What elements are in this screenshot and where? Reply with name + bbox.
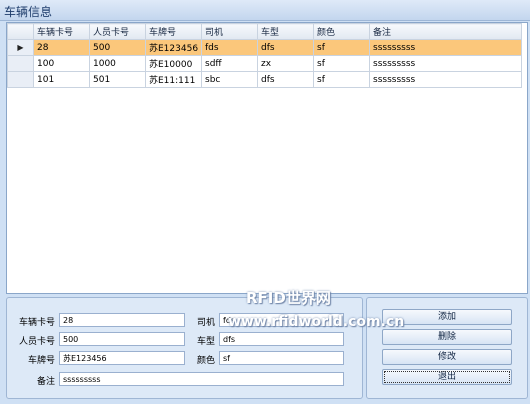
grid-cell[interactable]: 100 <box>33 55 90 72</box>
person-card-field[interactable]: 500 <box>59 332 185 346</box>
grid-cell[interactable]: 苏E10000 <box>145 55 202 72</box>
column-header[interactable]: 司机 <box>201 23 258 40</box>
plate-label: 车牌号 <box>27 356 55 366</box>
delete-button[interactable]: 删除 <box>382 329 512 345</box>
grid-cell[interactable]: 101 <box>33 71 90 88</box>
driver-label: 司机 <box>196 318 215 328</box>
current-row-icon: ▶ <box>17 42 24 52</box>
row-header[interactable]: ▶ <box>7 39 34 56</box>
model-label: 车型 <box>196 337 215 347</box>
grid-cell[interactable]: sf <box>313 39 370 56</box>
grid-header-row: 车辆卡号 人员卡号 车牌号 司机 车型 颜色 备注 <box>7 23 522 40</box>
grid-cell[interactable]: 501 <box>89 71 146 88</box>
grid-cell[interactable]: sf <box>313 55 370 72</box>
grid-cell[interactable]: 28 <box>33 39 90 56</box>
grid-cell[interactable]: dfs <box>257 71 314 88</box>
remark-label: 备注 <box>36 377 55 387</box>
car-card-label: 车辆卡号 <box>18 318 55 328</box>
grid-cell[interactable]: zx <box>257 55 314 72</box>
grid-cell[interactable]: sssssssss <box>369 71 522 88</box>
grid-cell[interactable]: sdff <box>201 55 258 72</box>
row-header-corner <box>7 23 34 40</box>
edit-button[interactable]: 修改 <box>382 349 512 365</box>
column-header[interactable]: 颜色 <box>313 23 370 40</box>
grid-cell[interactable]: sbc <box>201 71 258 88</box>
action-button-panel: 添加 删除 修改 退出 <box>366 297 528 399</box>
row-header[interactable] <box>7 71 34 88</box>
grid-cell[interactable]: 苏E123456 <box>145 39 202 56</box>
row-header[interactable] <box>7 55 34 72</box>
column-header[interactable]: 人员卡号 <box>89 23 146 40</box>
model-field[interactable]: dfs <box>219 332 344 346</box>
table-row[interactable]: ▶ 28 500 苏E123456 fds dfs sf sssssssss <box>7 39 522 56</box>
window-title: 车辆信息 <box>4 5 53 19</box>
grid-cell[interactable]: sf <box>313 71 370 88</box>
column-header[interactable]: 车型 <box>257 23 314 40</box>
vehicle-grid[interactable]: 车辆卡号 人员卡号 车牌号 司机 车型 颜色 备注 ▶ 28 500 苏E123… <box>6 22 528 294</box>
watermark-logo-text: RFID世界网 <box>246 289 331 307</box>
plate-field[interactable]: 苏E123456 <box>59 351 185 365</box>
car-card-field[interactable]: 28 <box>59 313 185 327</box>
column-header[interactable]: 备注 <box>369 23 522 40</box>
vehicle-form-panel: 车辆卡号 28 人员卡号 500 车牌号 苏E123456 司机 fds 车型 … <box>6 297 363 399</box>
grid-cell[interactable]: 500 <box>89 39 146 56</box>
column-header[interactable]: 车牌号 <box>145 23 202 40</box>
table-row[interactable]: 101 501 苏E11:111 sbc dfs sf sssssssss <box>7 71 522 88</box>
remark-field[interactable]: sssssssss <box>59 372 344 386</box>
grid-cell[interactable]: dfs <box>257 39 314 56</box>
watermark-url: www.rfidworld.com.cn <box>228 314 405 330</box>
grid-cell[interactable]: sssssssss <box>369 39 522 56</box>
grid-cell[interactable]: fds <box>201 39 258 56</box>
color-label: 颜色 <box>196 356 215 366</box>
exit-button[interactable]: 退出 <box>382 369 512 385</box>
column-header[interactable]: 车辆卡号 <box>33 23 90 40</box>
title-bar: 车辆信息 <box>0 0 530 21</box>
grid-cell[interactable]: 1000 <box>89 55 146 72</box>
color-field[interactable]: sf <box>219 351 344 365</box>
table-row[interactable]: 100 1000 苏E10000 sdff zx sf sssssssss <box>7 55 522 72</box>
grid-cell[interactable]: 苏E11:111 <box>145 71 202 88</box>
person-card-label: 人员卡号 <box>18 337 55 347</box>
grid-cell[interactable]: sssssssss <box>369 55 522 72</box>
